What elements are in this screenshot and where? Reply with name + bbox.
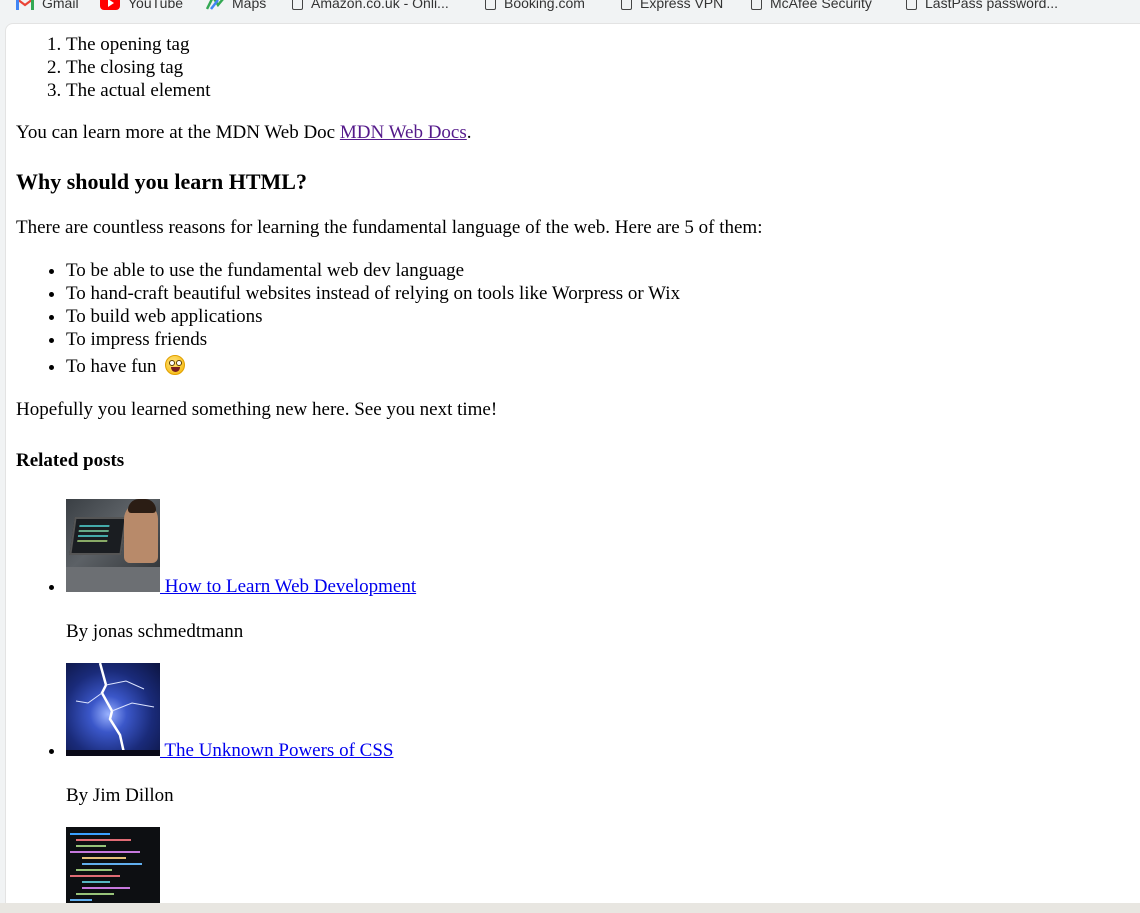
- bookmark-maps[interactable]: Maps: [205, 0, 267, 14]
- related-post: How to Learn Web Development By jonas sc…: [66, 499, 1140, 643]
- page-icon: [751, 0, 762, 10]
- related-posts-list: How to Learn Web Development By jonas sc…: [16, 499, 1140, 903]
- html-parts-list: The opening tag The closing tag The actu…: [16, 33, 1140, 102]
- bookmark-label: Gmail: [42, 0, 79, 11]
- post-title: The Unknown Powers of CSS: [160, 740, 394, 761]
- why-heading: Why should you learn HTML?: [16, 169, 307, 194]
- bookmark-youtube[interactable]: YouTube: [100, 0, 183, 14]
- list-item: To impress friends: [66, 328, 1140, 351]
- post-link[interactable]: The Unknown Powers of CSS: [66, 663, 394, 761]
- bookmark-lastpass[interactable]: LastPass password...: [906, 0, 1058, 14]
- post-title: How to Learn Web Development: [160, 576, 417, 597]
- bookmark-label: Express VPN: [640, 0, 724, 11]
- bookmark-label: Amazon.co.uk - Onli...: [311, 0, 449, 11]
- page-icon: [621, 0, 632, 10]
- page-icon: [485, 0, 496, 10]
- closing-paragraph: Hopefully you learned something new here…: [16, 399, 498, 420]
- bookmarks-bar: Gmail YouTube Maps Amazon.co.uk - Onli..…: [0, 0, 1140, 22]
- post-author: By Jim Dillon: [66, 785, 174, 806]
- related-posts-heading: Related posts: [16, 450, 125, 471]
- bookmark-label: YouTube: [128, 0, 184, 11]
- bookmark-expressvpn[interactable]: Express VPN: [621, 0, 723, 14]
- mdn-text: You can learn more at the MDN Web Doc: [16, 122, 340, 143]
- page-icon: [292, 0, 303, 10]
- article-content: The opening tag The closing tag The actu…: [16, 24, 1140, 903]
- reason-text: To have fun: [66, 356, 157, 377]
- bookmark-mcafee[interactable]: McAfee Security: [751, 0, 872, 14]
- post-author: By jonas schmedtmann: [66, 621, 244, 642]
- list-item: The opening tag: [66, 33, 1140, 56]
- mdn-paragraph: You can learn more at the MDN Web Doc MD…: [16, 121, 1140, 144]
- grinning-face-emoji-icon: [165, 355, 186, 375]
- list-item: The closing tag: [66, 56, 1140, 79]
- bookmark-booking[interactable]: Booking.com: [485, 0, 585, 14]
- page-icon: [906, 0, 917, 10]
- bookmark-label: Maps: [232, 0, 267, 11]
- person-coding-laptop-image[interactable]: [66, 499, 160, 592]
- mdn-link[interactable]: MDN Web Docs: [340, 122, 467, 143]
- list-item: To build web applications: [66, 305, 1140, 328]
- page-viewport: The opening tag The closing tag The actu…: [5, 23, 1140, 903]
- reasons-list: To be able to use the fundamental web de…: [16, 259, 1140, 378]
- related-post: The Unknown Powers of CSS By Jim Dillon: [66, 663, 1140, 807]
- mdn-suffix: .: [466, 122, 472, 143]
- bookmark-label: Booking.com: [504, 0, 585, 11]
- list-item: To have fun: [66, 355, 1140, 378]
- list-item: To be able to use the fundamental web de…: [66, 259, 1140, 282]
- list-item: To hand-craft beautiful websites instead…: [66, 282, 1140, 305]
- maps-icon: [205, 0, 224, 11]
- youtube-icon: [100, 0, 120, 10]
- reasons-intro: There are countless reasons for learning…: [16, 217, 763, 238]
- list-item: The actual element: [66, 79, 1140, 102]
- bookmark-label: LastPass password...: [925, 0, 1059, 11]
- bookmark-label: McAfee Security: [770, 0, 872, 11]
- bookmark-gmail[interactable]: Gmail: [16, 0, 79, 14]
- lightning-bolt-image[interactable]: [66, 663, 160, 756]
- bookmark-amazon[interactable]: Amazon.co.uk - Onli...: [292, 0, 449, 14]
- related-post: [66, 827, 1140, 903]
- code-screen-image[interactable]: [66, 827, 160, 903]
- post-link[interactable]: How to Learn Web Development: [66, 499, 417, 597]
- gmail-icon: [16, 0, 34, 10]
- window-bottom-edge: [0, 903, 1140, 913]
